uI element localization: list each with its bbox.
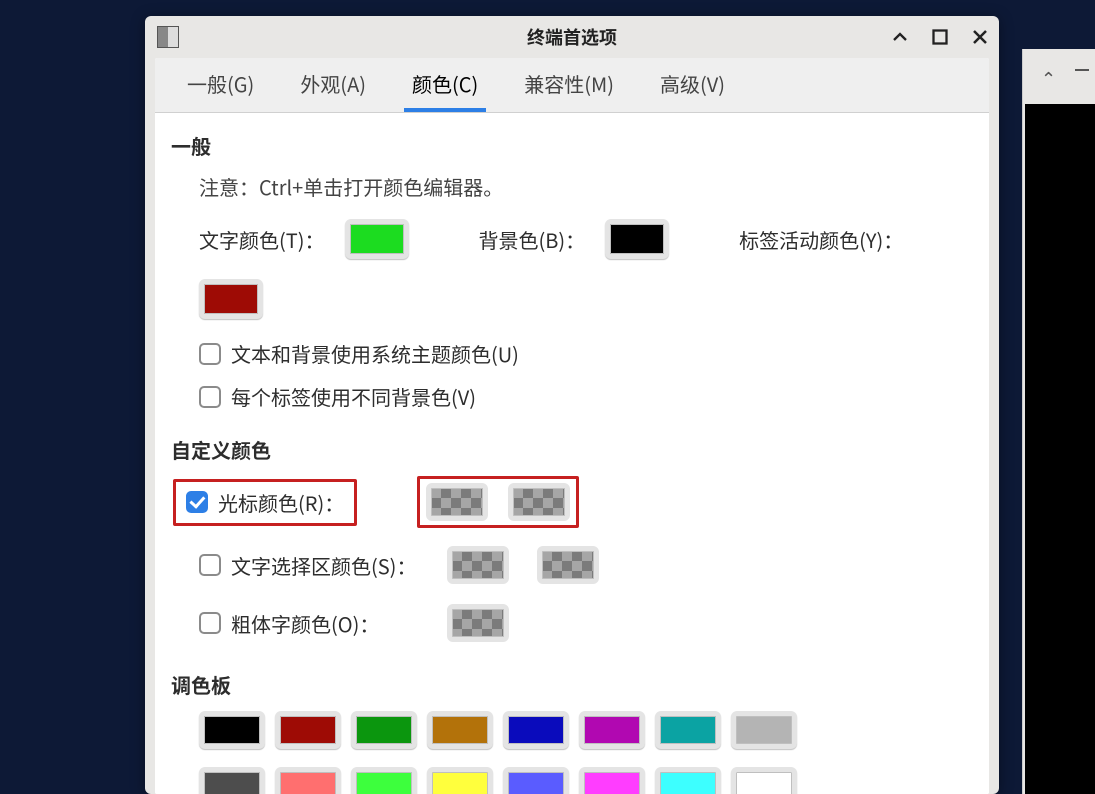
selection-fg-swatch[interactable] (447, 546, 509, 584)
selection-color-label: 文字选择区颜色(S)： (231, 551, 416, 580)
cursor-fg-swatch[interactable] (426, 483, 488, 521)
section-general-heading: 一般 (171, 131, 973, 160)
cursor-bg-swatch[interactable] (508, 483, 570, 521)
chevron-up-icon[interactable]: ⌃ (1041, 65, 1056, 91)
section-custom-heading: 自定义颜色 (171, 435, 973, 464)
tab-activity-color-label: 标签活动颜色(Y)： (739, 225, 903, 254)
palette-swatch-0-4[interactable] (503, 711, 569, 749)
preferences-window: 终端首选项 一般(G) 外观(A) 颜色(C) 兼容性(M) 高级(V) (145, 16, 999, 794)
palette-swatch-0-3[interactable] (427, 711, 493, 749)
palette-swatch-0-2[interactable] (351, 711, 417, 749)
bold-color-swatch[interactable] (447, 604, 509, 642)
text-color-label: 文字颜色(T)： (199, 225, 325, 254)
palette-swatch-0-7[interactable] (731, 711, 797, 749)
tab-colors-label: 颜色(C) (412, 69, 478, 98)
tab-colors[interactable]: 颜色(C) (404, 58, 486, 112)
palette-swatch-1-4[interactable] (503, 767, 569, 794)
app-icon (157, 26, 179, 48)
tab-advanced[interactable]: 高级(V) (652, 58, 733, 112)
palette-swatch-1-6[interactable] (655, 767, 721, 794)
section-palette-heading: 调色板 (171, 670, 973, 699)
selection-color-checkbox[interactable] (199, 554, 221, 576)
window-controls (887, 16, 993, 58)
cursor-color-checkbox[interactable] (186, 491, 208, 513)
maximize-button[interactable] (927, 24, 953, 50)
background-terminal-area (1025, 104, 1095, 794)
cursor-color-label: 光标颜色(R)： (218, 488, 344, 517)
tab-general-label: 一般(G) (187, 69, 254, 98)
palette-swatch-0-6[interactable] (655, 711, 721, 749)
tab-activity-color-swatch[interactable] (199, 279, 263, 319)
tab-appearance[interactable]: 外观(A) (292, 58, 374, 112)
colors-panel: 一般 注意：Ctrl+单击打开颜色编辑器。 文字颜色(T)： 背景色(B)： 标… (155, 113, 989, 794)
palette-swatch-1-5[interactable] (579, 767, 645, 794)
use-system-theme-checkbox[interactable] (199, 343, 221, 365)
palette-swatch-0-5[interactable] (579, 711, 645, 749)
use-system-theme-label: 文本和背景使用系统主题颜色(U) (231, 339, 519, 368)
selection-color-row: 文字选择区颜色(S)： (199, 551, 429, 580)
minimize-button[interactable] (887, 24, 913, 50)
tab-general[interactable]: 一般(G) (179, 58, 262, 112)
close-button[interactable] (967, 24, 993, 50)
custom-grid: 文字选择区颜色(S)： 粗体字颜色(O)： (199, 546, 973, 642)
cursor-color-row-highlight: 光标颜色(R)： (173, 479, 357, 526)
bg-color-label: 背景色(B)： (479, 225, 586, 254)
tabs: 一般(G) 外观(A) 颜色(C) 兼容性(M) 高级(V) (155, 58, 989, 113)
cursor-color-swatches-highlight (417, 476, 579, 528)
titlebar[interactable]: 终端首选项 (145, 16, 999, 58)
use-system-theme-row: 文本和背景使用系统主题颜色(U) (199, 339, 973, 368)
tab-compat[interactable]: 兼容性(M) (516, 58, 622, 112)
color-editor-note: 注意：Ctrl+单击打开颜色编辑器。 (199, 172, 973, 201)
text-color-swatch[interactable] (345, 219, 409, 259)
tab-appearance-label: 外观(A) (300, 69, 366, 98)
desktop: ⌃ 终端首选项 一般(G) 外观(A) 颜色(C (0, 0, 1095, 794)
bold-color-checkbox[interactable] (199, 612, 221, 634)
palette-swatch-1-1[interactable] (275, 767, 341, 794)
palette-swatch-0-0[interactable] (199, 711, 265, 749)
content-frame: 一般(G) 外观(A) 颜色(C) 兼容性(M) 高级(V) 一般 注意：Ctr… (155, 58, 989, 794)
primary-colors-row: 文字颜色(T)： 背景色(B)： 标签活动颜色(Y)： (199, 219, 973, 319)
dash-icon (1075, 69, 1089, 71)
per-tab-bg-label: 每个标签使用不同背景色(V) (231, 382, 476, 411)
palette-row-1 (199, 711, 973, 749)
per-tab-bg-row: 每个标签使用不同背景色(V) (199, 382, 973, 411)
palette-swatch-0-1[interactable] (275, 711, 341, 749)
per-tab-bg-checkbox[interactable] (199, 386, 221, 408)
palette-swatch-1-0[interactable] (199, 767, 265, 794)
bold-color-row: 粗体字颜色(O)： (199, 609, 429, 638)
palette-swatch-1-2[interactable] (351, 767, 417, 794)
bold-color-label: 粗体字颜色(O)： (231, 609, 379, 638)
bg-color-swatch[interactable] (605, 219, 669, 259)
tab-advanced-label: 高级(V) (660, 69, 725, 98)
window-title: 终端首选项 (145, 24, 999, 50)
palette-swatch-1-3[interactable] (427, 767, 493, 794)
palette-row-2 (199, 767, 973, 794)
selection-bg-swatch[interactable] (537, 546, 599, 584)
tab-compat-label: 兼容性(M) (524, 69, 614, 98)
palette-swatch-1-7[interactable] (731, 767, 797, 794)
